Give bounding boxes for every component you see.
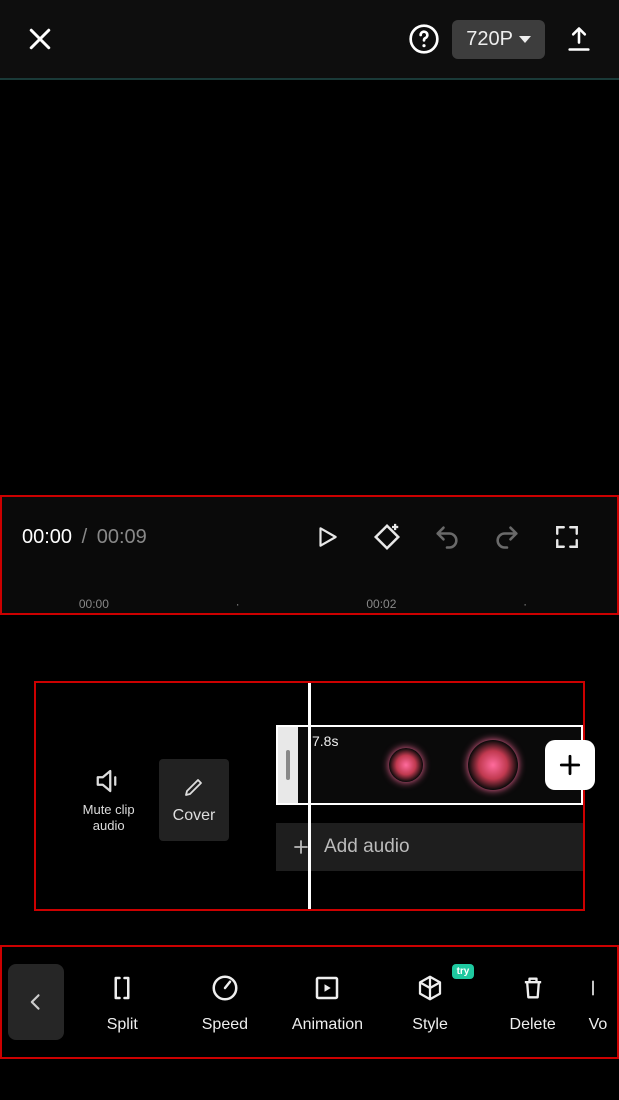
speed-icon bbox=[210, 973, 240, 1003]
trash-icon bbox=[519, 973, 547, 1003]
resolution-dropdown[interactable]: 720P bbox=[452, 20, 545, 59]
cube-icon bbox=[415, 973, 445, 1003]
video-preview[interactable] bbox=[0, 80, 619, 495]
bottom-toolbar: Split Speed Animation try Style Delete V… bbox=[0, 945, 619, 1059]
play-icon bbox=[314, 524, 340, 550]
export-icon bbox=[565, 25, 593, 53]
mute-label-line2: audio bbox=[93, 818, 125, 833]
pencil-icon bbox=[182, 775, 206, 799]
cover-label: Cover bbox=[173, 807, 216, 825]
thumbnail-frame bbox=[389, 748, 423, 782]
close-button[interactable] bbox=[20, 19, 60, 59]
timeline-panel: Mute clip audio Cover 7.8s bbox=[34, 681, 585, 911]
chevron-left-icon bbox=[26, 988, 46, 1016]
playhead[interactable] bbox=[308, 683, 311, 909]
mute-clip-audio-button[interactable]: Mute clip audio bbox=[83, 766, 135, 833]
close-icon bbox=[25, 24, 55, 54]
resolution-label: 720P bbox=[466, 28, 513, 51]
speaker-mute-icon bbox=[92, 766, 126, 796]
plus-icon bbox=[557, 752, 583, 778]
style-label: Style bbox=[412, 1016, 448, 1034]
current-time: 00:00 bbox=[22, 526, 72, 548]
toolbar-back-button[interactable] bbox=[8, 964, 64, 1040]
add-audio-label: Add audio bbox=[324, 836, 410, 858]
volume-label: Vo bbox=[589, 1016, 608, 1034]
ruler-dot: · bbox=[166, 597, 310, 611]
ruler-dot: · bbox=[453, 597, 597, 611]
video-clip[interactable]: 7.8s bbox=[276, 725, 583, 805]
cover-button[interactable]: Cover bbox=[159, 759, 230, 841]
fullscreen-icon bbox=[554, 524, 580, 550]
keyframe-add-icon bbox=[372, 522, 402, 552]
play-button[interactable] bbox=[303, 513, 351, 561]
redo-button[interactable] bbox=[483, 513, 531, 561]
export-button[interactable] bbox=[559, 19, 599, 59]
mute-label-line1: Mute clip bbox=[83, 802, 135, 817]
volume-tool[interactable]: Vo bbox=[585, 970, 611, 1034]
clip-duration: 7.8s bbox=[312, 733, 338, 749]
ruler-tick: 00:02 bbox=[310, 597, 454, 611]
fullscreen-button[interactable] bbox=[543, 513, 591, 561]
speed-tool[interactable]: Speed bbox=[175, 970, 276, 1034]
add-audio-button[interactable]: Add audio bbox=[276, 823, 583, 871]
clip-trim-handle-left[interactable] bbox=[278, 727, 298, 803]
split-label: Split bbox=[107, 1016, 138, 1034]
split-icon bbox=[107, 973, 137, 1003]
delete-label: Delete bbox=[510, 1016, 556, 1034]
redo-icon bbox=[493, 523, 521, 551]
playback-panel: 00:00 / 00:09 00:00 · 00:02 · bbox=[0, 495, 619, 615]
help-icon bbox=[408, 23, 440, 55]
animation-label: Animation bbox=[292, 1016, 363, 1034]
split-tool[interactable]: Split bbox=[72, 970, 173, 1034]
animation-tool[interactable]: Animation bbox=[277, 970, 378, 1034]
style-tool[interactable]: try Style bbox=[380, 970, 481, 1034]
ruler-tick: 00:00 bbox=[22, 597, 166, 611]
animation-icon bbox=[312, 973, 342, 1003]
thumbnail-frame bbox=[468, 740, 518, 790]
total-time: 00:09 bbox=[97, 526, 147, 548]
try-badge: try bbox=[452, 964, 475, 979]
help-button[interactable] bbox=[404, 19, 444, 59]
speed-label: Speed bbox=[202, 1016, 248, 1034]
chevron-down-icon bbox=[519, 36, 531, 43]
delete-tool[interactable]: Delete bbox=[482, 970, 583, 1034]
time-separator: / bbox=[82, 526, 88, 548]
time-display: 00:00 / 00:09 bbox=[22, 526, 147, 549]
add-clip-button[interactable] bbox=[545, 740, 595, 790]
keyframe-button[interactable] bbox=[363, 513, 411, 561]
volume-icon bbox=[588, 973, 608, 1003]
undo-button[interactable] bbox=[423, 513, 471, 561]
timeline-ruler: 00:00 · 00:02 · bbox=[2, 597, 617, 611]
undo-icon bbox=[433, 523, 461, 551]
clip-thumbnails bbox=[306, 727, 581, 803]
